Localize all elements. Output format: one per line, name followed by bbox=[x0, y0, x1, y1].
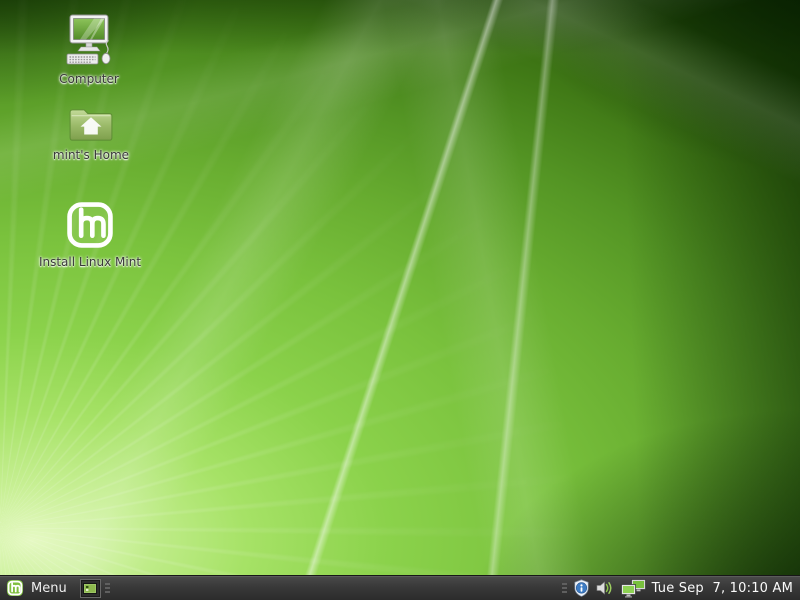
panel-drag-handle-right[interactable] bbox=[560, 576, 569, 600]
system-tray bbox=[573, 579, 647, 598]
taskbar: Menu bbox=[0, 575, 800, 600]
desktop-icon-label: Computer bbox=[59, 72, 119, 86]
taskbar-clock[interactable]: Tue Sep 7, 10:10 AM bbox=[652, 581, 800, 596]
desktop-icon-computer[interactable]: Computer bbox=[31, 12, 147, 86]
update-shield-icon[interactable] bbox=[573, 579, 590, 597]
home-folder-icon bbox=[68, 104, 114, 144]
volume-icon[interactable] bbox=[596, 580, 614, 596]
mint-menu-logo-icon bbox=[6, 579, 24, 597]
computer-icon bbox=[61, 12, 117, 68]
network-monitors-icon[interactable] bbox=[620, 579, 647, 598]
mint-logo-icon bbox=[64, 199, 116, 251]
desktop-icon-label: mint's Home bbox=[53, 148, 129, 162]
desktop-icon-home[interactable]: mint's Home bbox=[33, 104, 149, 162]
linux-mint-desktop: { "desktop": { "icons": [ { "label": "Co… bbox=[0, 0, 800, 600]
menu-button-label: Menu bbox=[31, 581, 67, 596]
desktop-icon-label: Install Linux Mint bbox=[39, 255, 141, 269]
panel-drag-handle-left[interactable] bbox=[103, 576, 112, 600]
desktop-icon-install-linux-mint[interactable]: Install Linux Mint bbox=[32, 199, 148, 269]
show-desktop-icon bbox=[83, 583, 97, 594]
show-desktop-button[interactable] bbox=[80, 579, 101, 598]
desktop-wallpaper bbox=[0, 0, 800, 600]
menu-button[interactable]: Menu bbox=[0, 576, 76, 600]
